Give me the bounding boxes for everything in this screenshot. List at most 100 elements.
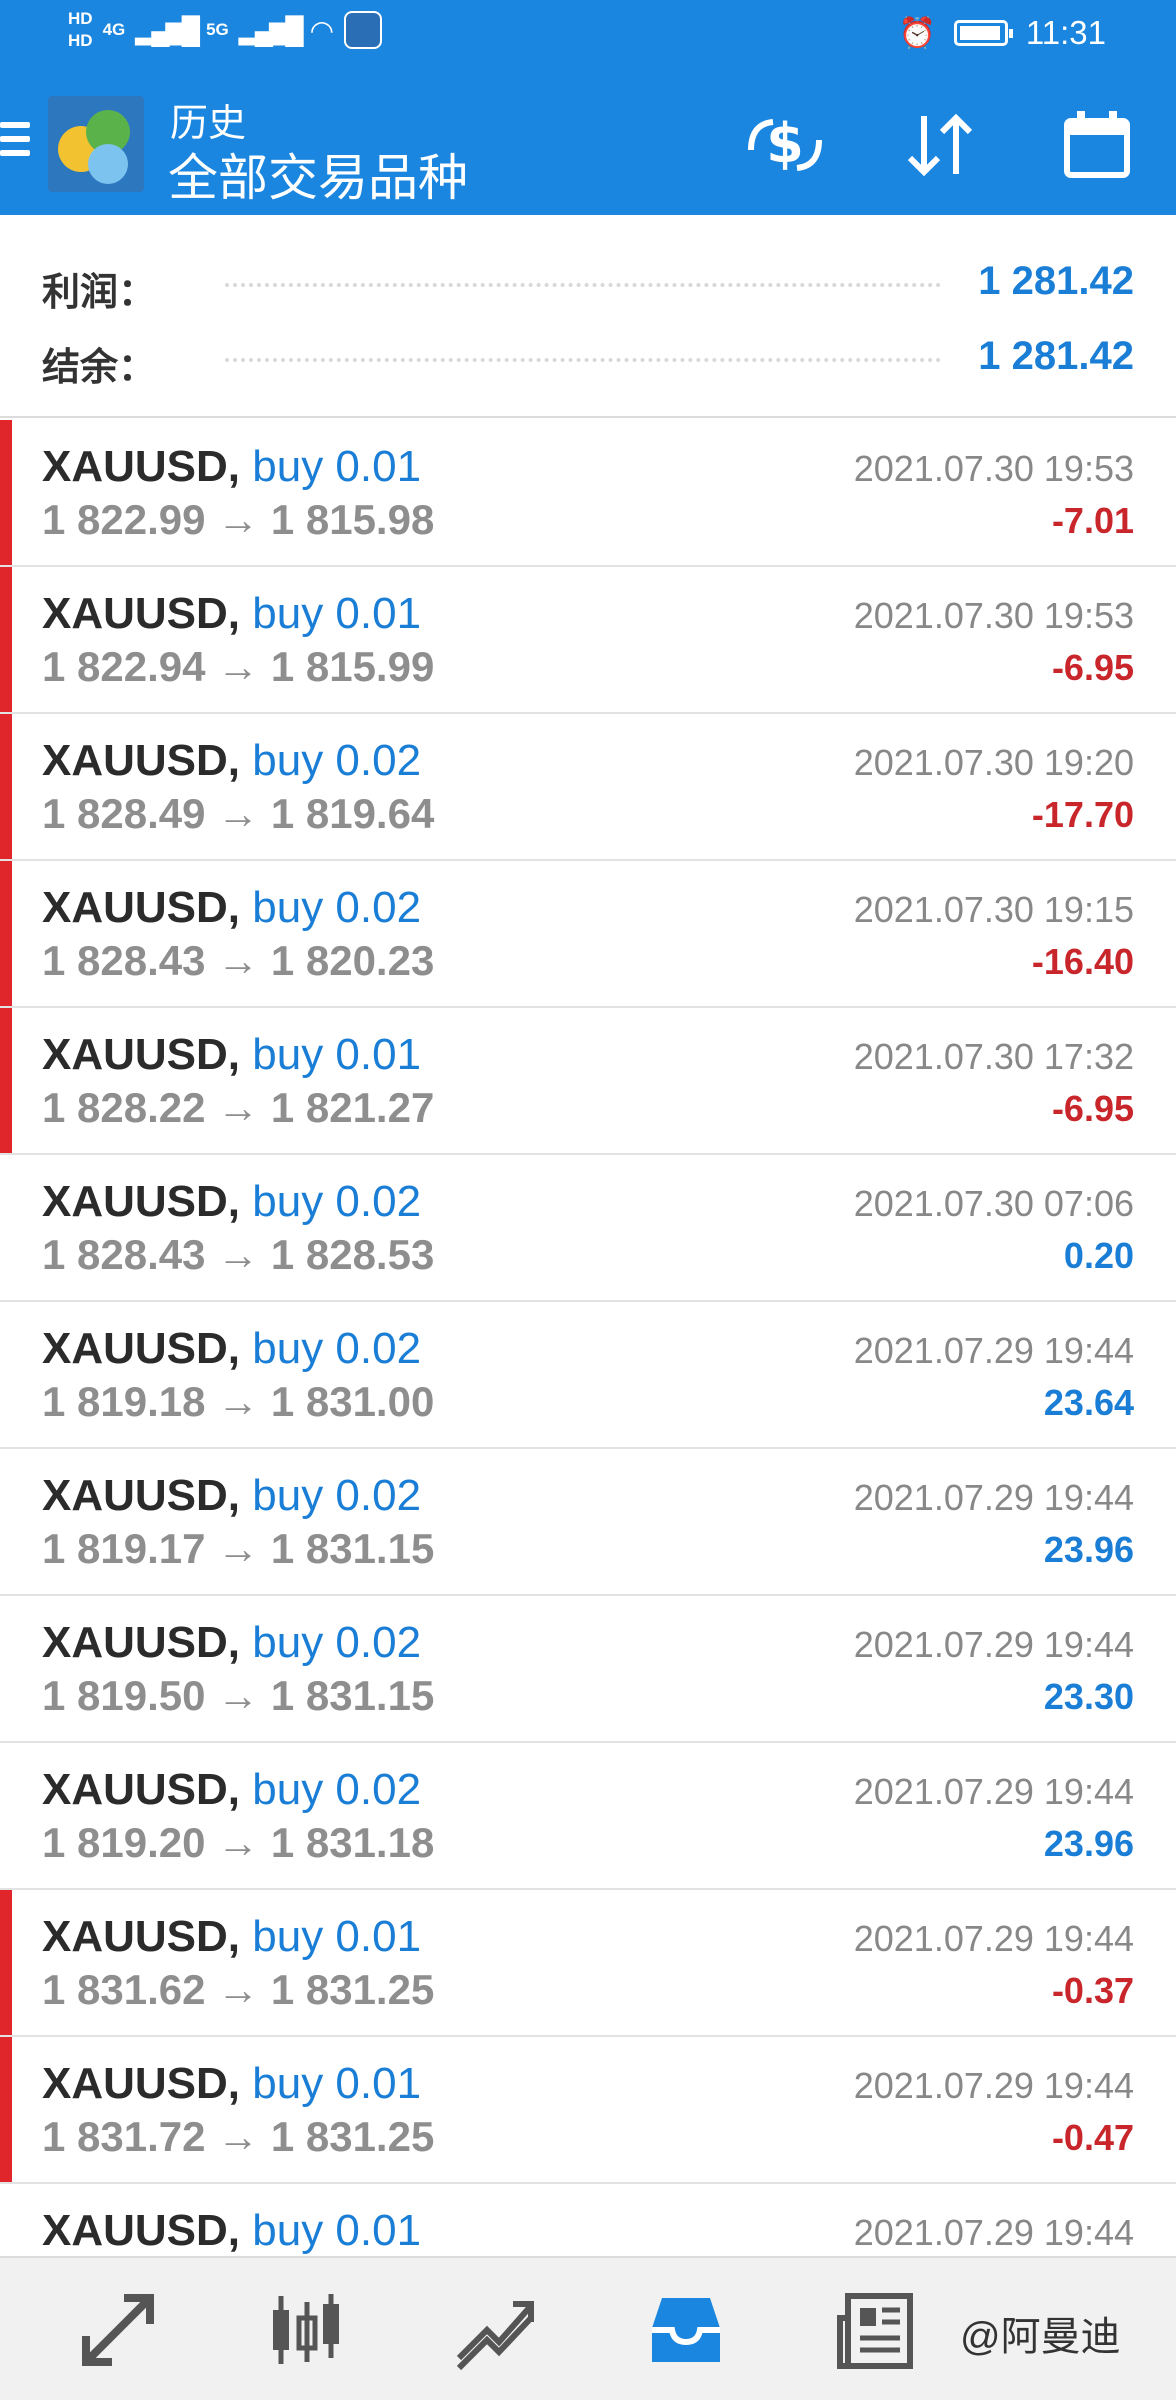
- trade-datetime: 2021.07.29 19:44: [853, 1771, 1134, 1812]
- signal-icon-2: ▂▄▆█: [238, 14, 304, 45]
- clock: 11:31: [1025, 14, 1106, 51]
- symbol-name: XAUUSD,: [42, 736, 241, 785]
- trade-profit: 0.20: [1063, 1235, 1134, 1276]
- balance-value: 1 281.42: [978, 334, 1134, 378]
- trade-profit: -6.95: [1051, 647, 1134, 688]
- trade-row[interactable]: XAUUSD, buy 0.02 1 819.50 → 1 831.15 2021.…: [0, 1596, 1176, 1743]
- symbol-name: XAUUSD,: [42, 883, 241, 932]
- trade-row[interactable]: XAUUSD, buy 0.02 1 828.49 → 1 819.64 2021.…: [0, 714, 1176, 861]
- trade-profit: -0.47: [1051, 2117, 1134, 2158]
- menu-icon[interactable]: [0, 122, 30, 162]
- trade-profit: 23.96: [1043, 1823, 1134, 1864]
- dotted-leader: [225, 283, 941, 287]
- trade-symbol: XAUUSD, buy 0.01: [42, 589, 421, 639]
- trade-symbol: XAUUSD, buy 0.01: [42, 2206, 421, 2256]
- trade-datetime: 2021.07.30 19:20: [853, 742, 1134, 783]
- trade-row[interactable]: XAUUSD, buy 0.01 1 831.72 → 1 831.25 2021.…: [0, 2037, 1176, 2184]
- trade-side-volume: buy 0.02: [252, 883, 422, 932]
- currency-exchange-icon[interactable]: $: [740, 100, 830, 190]
- trade-row[interactable]: XAUUSD, buy 0.01 1 828.22 → 1 821.27 2021.…: [0, 1008, 1176, 1155]
- trade-side-volume: buy 0.01: [252, 442, 422, 491]
- trade-prices: 1 828.43 → 1 820.23: [42, 937, 435, 984]
- trade-datetime: 2021.07.29 19:44: [853, 2212, 1134, 2253]
- trade-prices: 1 828.49 → 1 819.64: [42, 790, 435, 837]
- notification-app-icon: [344, 11, 383, 49]
- profit-row: 利润： 1 281.42: [0, 245, 1176, 315]
- trade-profit: 23.30: [1043, 1676, 1134, 1717]
- hd-label-2: HD: [68, 31, 93, 50]
- symbol-name: XAUUSD,: [42, 1912, 241, 1961]
- trade-profit: -16.40: [1031, 941, 1134, 982]
- trade-prices: 1 819.18 → 1 831.00: [42, 1378, 435, 1425]
- trade-side-volume: buy 0.02: [252, 1177, 422, 1226]
- trade-history-list[interactable]: XAUUSD, buy 0.01 1 822.99 → 1 815.98 2021.…: [0, 420, 1176, 2256]
- signal-icon: ▂▄▆█: [135, 14, 200, 45]
- nav-history-inbox-icon[interactable]: [636, 2280, 736, 2380]
- status-left: HD HD 4G ▂▄▆█ 5G ▂▄▆█ ◠: [68, 8, 383, 52]
- trade-row[interactable]: XAUUSD, buy 0.02 1 828.43 → 1 828.53 2021.…: [0, 1155, 1176, 1302]
- trade-prices: 1 831.62 → 1 831.25: [42, 1966, 435, 2013]
- nav-trend-chart-icon[interactable]: [445, 2280, 545, 2380]
- nav-trade-icon[interactable]: [68, 2280, 168, 2380]
- trade-datetime: 2021.07.29 19:44: [853, 1918, 1134, 1959]
- trade-side-volume: buy 0.02: [252, 1324, 422, 1373]
- network-5g-label: 5G: [206, 20, 229, 39]
- trade-prices: 1 819.17 → 1 831.15: [42, 1525, 435, 1572]
- calendar-icon[interactable]: [1052, 100, 1142, 190]
- summary-panel: 利润： 1 281.42 结余： 1 281.42: [0, 215, 1176, 418]
- page-title[interactable]: 全部交易品种: [168, 138, 468, 210]
- trade-datetime: 2021.07.30 19:53: [853, 448, 1134, 489]
- trade-side-volume: buy 0.02: [252, 1618, 422, 1667]
- trade-side-volume: buy 0.01: [252, 1912, 422, 1961]
- metatrader-logo: [48, 96, 144, 192]
- app-header: HD HD 4G ▂▄▆█ 5G ▂▄▆█ ◠ ⏰ 11:31 历史 全部交易品…: [0, 0, 1176, 215]
- trade-prices: 1 828.43 → 1 828.53: [42, 1231, 435, 1278]
- trade-row[interactable]: XAUUSD, buy 0.01 1 822.99 → 1 815.98 2021.…: [0, 420, 1176, 567]
- trade-side-volume: buy 0.02: [252, 1471, 422, 1520]
- symbol-name: XAUUSD,: [42, 1765, 241, 1814]
- trade-symbol: XAUUSD, buy 0.02: [42, 1471, 421, 1521]
- symbol-name: XAUUSD,: [42, 1030, 241, 1079]
- trade-datetime: 2021.07.30 19:53: [853, 595, 1134, 636]
- trade-symbol: XAUUSD, buy 0.02: [42, 1324, 421, 1374]
- dotted-leader: [225, 358, 941, 362]
- symbol-name: XAUUSD,: [42, 2059, 241, 2108]
- trade-profit: -6.95: [1051, 1088, 1134, 1129]
- trade-datetime: 2021.07.29 19:44: [853, 2065, 1134, 2106]
- sort-icon[interactable]: [895, 100, 985, 190]
- trade-symbol: XAUUSD, buy 0.01: [42, 1912, 421, 1962]
- trade-row[interactable]: XAUUSD, buy 0.01 2021.07.29 19:44: [0, 2184, 1176, 2256]
- trade-prices: 1 819.50 → 1 831.15: [42, 1672, 435, 1719]
- trade-row[interactable]: XAUUSD, buy 0.01 1 831.62 → 1 831.25 2021.…: [0, 1890, 1176, 2037]
- symbol-name: XAUUSD,: [42, 442, 241, 491]
- trade-datetime: 2021.07.30 19:15: [853, 889, 1134, 930]
- trade-prices: 1 819.20 → 1 831.18: [42, 1819, 435, 1866]
- status-bar: HD HD 4G ▂▄▆█ 5G ▂▄▆█ ◠ ⏰ 11:31: [0, 0, 1176, 70]
- trade-datetime: 2021.07.30 07:06: [853, 1183, 1134, 1224]
- trade-profit: -7.01: [1051, 500, 1134, 541]
- symbol-name: XAUUSD,: [42, 1324, 241, 1373]
- trade-datetime: 2021.07.29 19:44: [853, 1477, 1134, 1518]
- trade-datetime: 2021.07.29 19:44: [853, 1330, 1134, 1371]
- trade-row[interactable]: XAUUSD, buy 0.02 1 819.17 → 1 831.15 2021.…: [0, 1449, 1176, 1596]
- status-right: ⏰ 11:31: [899, 14, 1107, 52]
- symbol-name: XAUUSD,: [42, 2206, 241, 2255]
- trade-datetime: 2021.07.30 17:32: [853, 1036, 1134, 1077]
- trade-profit: -17.70: [1031, 794, 1134, 835]
- watermark: @阿曼迪: [960, 2315, 1121, 2359]
- nav-chart-candles-icon[interactable]: [255, 2280, 355, 2380]
- trade-row[interactable]: XAUUSD, buy 0.02 1 828.43 → 1 820.23 2021.…: [0, 861, 1176, 1008]
- trade-symbol: XAUUSD, buy 0.02: [42, 736, 421, 786]
- nav-news-icon[interactable]: [826, 2280, 926, 2380]
- trade-symbol: XAUUSD, buy 0.01: [42, 1030, 421, 1080]
- trade-side-volume: buy 0.01: [252, 1030, 422, 1079]
- bottom-nav: @阿曼迪: [0, 2256, 1176, 2400]
- trade-row[interactable]: XAUUSD, buy 0.01 1 822.94 → 1 815.99 2021.…: [0, 567, 1176, 714]
- trade-prices: 1 828.22 → 1 821.27: [42, 1084, 435, 1131]
- trade-row[interactable]: XAUUSD, buy 0.02 1 819.20 → 1 831.18 2021.…: [0, 1743, 1176, 1890]
- symbol-name: XAUUSD,: [42, 1618, 241, 1667]
- symbol-name: XAUUSD,: [42, 1177, 241, 1226]
- network-4g-label: 4G: [102, 20, 126, 39]
- trade-row[interactable]: XAUUSD, buy 0.02 1 819.18 → 1 831.00 2021.…: [0, 1302, 1176, 1449]
- trade-prices: 1 822.99 → 1 815.98: [42, 496, 435, 543]
